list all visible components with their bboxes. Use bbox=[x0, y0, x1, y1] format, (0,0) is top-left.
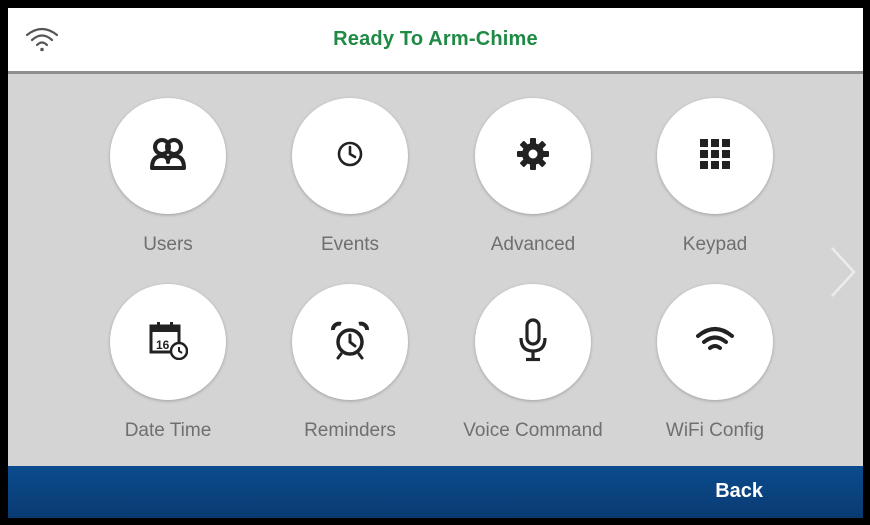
reminders-button[interactable] bbox=[292, 284, 408, 400]
advanced-label: Advanced bbox=[490, 234, 576, 255]
screen: Ready To Arm-Chime Users Events Advanced… bbox=[8, 8, 863, 518]
advanced-tile[interactable]: Advanced bbox=[458, 74, 608, 255]
wifi-config-tile[interactable]: WiFi Config bbox=[640, 260, 790, 441]
chevron-right-icon[interactable] bbox=[828, 244, 858, 300]
back-button[interactable]: Back bbox=[715, 480, 763, 503]
date-time-button[interactable]: 16 bbox=[110, 284, 226, 400]
events-button[interactable] bbox=[292, 98, 408, 214]
footer-bar: Back bbox=[8, 466, 863, 518]
wifi-icon bbox=[695, 325, 735, 360]
reminders-tile[interactable]: Reminders bbox=[275, 260, 425, 441]
voice-command-tile[interactable]: Voice Command bbox=[458, 260, 608, 441]
svg-text:16: 16 bbox=[156, 338, 170, 352]
date-time-tile[interactable]: 16 Date Time bbox=[93, 260, 243, 441]
keypad-icon bbox=[698, 137, 732, 176]
events-label: Events bbox=[320, 234, 380, 255]
reminders-label: Reminders bbox=[304, 420, 396, 441]
voice-command-label: Voice Command bbox=[463, 420, 603, 441]
alarm-clock-icon bbox=[330, 320, 370, 365]
wifi-config-label: WiFi Config bbox=[665, 420, 765, 441]
header-bar: Ready To Arm-Chime bbox=[8, 8, 863, 74]
date-time-label: Date Time bbox=[124, 420, 212, 441]
users-tile[interactable]: Users bbox=[93, 74, 243, 255]
advanced-button[interactable] bbox=[475, 98, 591, 214]
calendar-clock-icon: 16 bbox=[148, 320, 189, 365]
events-tile[interactable]: Events bbox=[275, 74, 425, 255]
voice-command-button[interactable] bbox=[475, 284, 591, 400]
gear-icon bbox=[515, 136, 551, 177]
clock-icon bbox=[335, 139, 365, 174]
users-icon bbox=[148, 136, 188, 177]
keypad-button[interactable] bbox=[657, 98, 773, 214]
wifi-config-button[interactable] bbox=[657, 284, 773, 400]
users-label: Users bbox=[143, 234, 193, 255]
users-button[interactable] bbox=[110, 98, 226, 214]
menu-grid: Users Events Advanced Keypad 16 Date Tim… bbox=[8, 74, 863, 466]
page-title: Ready To Arm-Chime bbox=[333, 28, 538, 50]
microphone-icon bbox=[518, 317, 548, 367]
keypad-label: Keypad bbox=[682, 234, 748, 255]
keypad-tile[interactable]: Keypad bbox=[640, 74, 790, 255]
